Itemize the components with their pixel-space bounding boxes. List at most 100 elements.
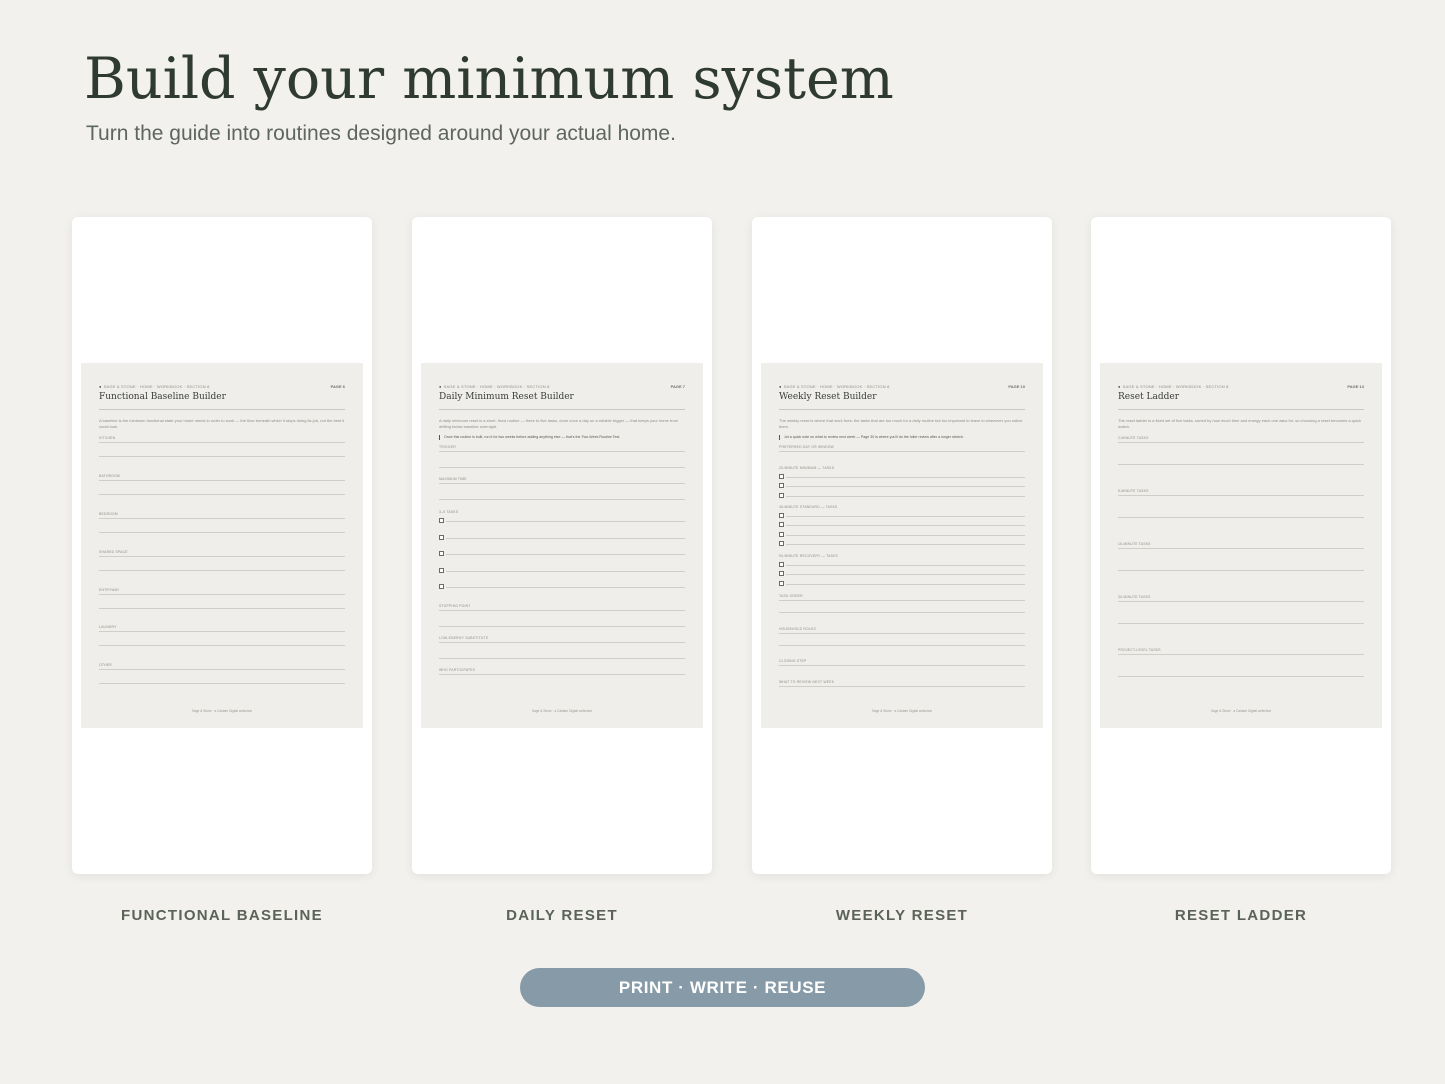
task-checkbox[interactable] bbox=[779, 581, 1025, 586]
task-checkbox[interactable] bbox=[439, 584, 685, 589]
checkbox-icon[interactable] bbox=[779, 541, 784, 546]
worksheet-note: Once this routine is built, run it for t… bbox=[439, 435, 685, 440]
field-project-level-tasks[interactable]: PROJECT-LEVEL TASKS bbox=[1118, 648, 1364, 677]
write-line bbox=[779, 600, 1025, 601]
write-line bbox=[1118, 464, 1364, 465]
write-line bbox=[439, 674, 685, 675]
checkbox-icon[interactable] bbox=[779, 483, 784, 488]
task-checkbox[interactable] bbox=[779, 541, 1025, 546]
field-bedroom[interactable]: BEDROOM bbox=[99, 512, 345, 533]
field-stopping-point[interactable]: STOPPING POINT bbox=[439, 604, 685, 627]
card-caption-functional-baseline: FUNCTIONAL BASELINE bbox=[121, 907, 323, 924]
write-line bbox=[439, 483, 685, 484]
task-checkbox[interactable] bbox=[779, 493, 1025, 498]
task-checkbox[interactable] bbox=[779, 571, 1025, 576]
write-line bbox=[1118, 517, 1364, 518]
worksheet-card-functional-baseline[interactable]: ● SAGE & STONE · HOME · WORKBOOK · SECTIO… bbox=[72, 217, 372, 874]
field-low-energy-substitute[interactable]: LOW-ENERGY SUBSTITUTE bbox=[439, 636, 685, 659]
field-5-minute-tasks[interactable]: 5-MINUTE TASKS bbox=[1118, 489, 1364, 518]
worksheet-footer: Sage & Stone · a Caldare Digital collect… bbox=[1210, 709, 1272, 713]
worksheet-footer: Sage & Stone · a Caldare Digital collect… bbox=[531, 709, 593, 713]
field-household-roles[interactable]: HOUSEHOLD ROLES bbox=[779, 627, 1025, 646]
field-review-next-week[interactable]: WHAT TO REVIEW NEXT WEEK bbox=[779, 680, 1025, 687]
field-20-minute-tasks[interactable]: 20-MINUTE MINIMUM — TASKS bbox=[779, 466, 1025, 498]
field-preferred-day[interactable]: PREFERRED DAY OR WINDOW bbox=[779, 445, 1025, 452]
field-shared-space[interactable]: SHARED SPACE bbox=[99, 550, 345, 571]
field-bathroom[interactable]: BATHROOM bbox=[99, 474, 345, 495]
task-checkbox[interactable] bbox=[779, 474, 1025, 479]
write-line bbox=[439, 642, 685, 643]
write-line bbox=[99, 480, 345, 481]
field-15-minute-tasks[interactable]: 15-MINUTE TASKS bbox=[1118, 542, 1364, 571]
checkbox-icon[interactable] bbox=[439, 568, 444, 573]
write-line bbox=[439, 467, 685, 468]
checkbox-icon[interactable] bbox=[779, 532, 784, 537]
write-line bbox=[439, 658, 685, 659]
checkbox-icon[interactable] bbox=[779, 571, 784, 576]
worksheet-preview: ● SAGE & STONE · HOME · WORKBOOK · SECTIO… bbox=[81, 363, 363, 728]
write-line bbox=[779, 665, 1025, 666]
worksheet-title: Weekly Reset Builder bbox=[779, 392, 1025, 410]
field-45-minute-tasks[interactable]: 45-MINUTE STANDARD — TASKS bbox=[779, 505, 1025, 546]
checkbox-icon[interactable] bbox=[779, 562, 784, 567]
write-line bbox=[1118, 548, 1364, 549]
write-line bbox=[439, 451, 685, 452]
field-other[interactable]: OTHER bbox=[99, 663, 345, 684]
worksheet-card-daily-reset[interactable]: ● SAGE & STONE · HOME · WORKBOOK · SECTIO… bbox=[412, 217, 712, 874]
checkbox-icon[interactable] bbox=[779, 513, 784, 518]
task-checkbox[interactable] bbox=[439, 568, 685, 573]
field-maximum-time[interactable]: MAXIMUM TIME bbox=[439, 477, 685, 500]
checkbox-icon[interactable] bbox=[439, 584, 444, 589]
write-line bbox=[99, 631, 345, 632]
task-checkbox[interactable] bbox=[779, 483, 1025, 488]
print-write-reuse-button[interactable]: PRINT · WRITE · REUSE bbox=[520, 968, 925, 1007]
breadcrumb: ● SAGE & STONE · HOME · WORKBOOK · SECTIO… bbox=[1118, 383, 1229, 389]
worksheet-intro: The weekly reset is where that work live… bbox=[779, 418, 1023, 429]
worksheet-card-weekly-reset[interactable]: ● SAGE & STONE · HOME · WORKBOOK · SECTIO… bbox=[752, 217, 1052, 874]
page-number: PAGE 10 bbox=[1008, 383, 1025, 389]
write-line bbox=[99, 518, 345, 519]
checkbox-icon[interactable] bbox=[779, 522, 784, 527]
field-closing-step[interactable]: CLOSING STEP bbox=[779, 659, 1025, 666]
field-task-order[interactable]: TASK ORDER bbox=[779, 594, 1025, 613]
worksheet-preview: ● SAGE & STONE · HOME · WORKBOOK · SECTIO… bbox=[1100, 363, 1382, 728]
worksheet-note: Jot a quick note on what to review next … bbox=[779, 435, 1025, 440]
field-who-participates[interactable]: WHO PARTICIPATES bbox=[439, 668, 685, 675]
checkbox-icon[interactable] bbox=[439, 551, 444, 556]
task-checkbox[interactable] bbox=[439, 551, 685, 556]
breadcrumb: ● SAGE & STONE · HOME · WORKBOOK · SECTIO… bbox=[99, 383, 210, 389]
page-number: PAGE 13 bbox=[1347, 383, 1364, 389]
worksheet-card-reset-ladder[interactable]: ● SAGE & STONE · HOME · WORKBOOK · SECTIO… bbox=[1091, 217, 1391, 874]
task-checkbox[interactable] bbox=[439, 535, 685, 540]
task-checkbox[interactable] bbox=[779, 513, 1025, 518]
field-laundry[interactable]: LAUNDRY bbox=[99, 625, 345, 646]
breadcrumb: ● SAGE & STONE · HOME · WORKBOOK · SECTIO… bbox=[779, 383, 890, 389]
worksheet-preview: ● SAGE & STONE · HOME · WORKBOOK · SECTIO… bbox=[421, 363, 703, 728]
write-line bbox=[99, 556, 345, 557]
checkbox-icon[interactable] bbox=[439, 518, 444, 523]
task-checkbox[interactable] bbox=[779, 532, 1025, 537]
task-checkbox[interactable] bbox=[779, 562, 1025, 567]
write-line bbox=[439, 626, 685, 627]
checkbox-icon[interactable] bbox=[439, 535, 444, 540]
field-trigger[interactable]: TRIGGER bbox=[439, 445, 685, 468]
task-checkbox[interactable] bbox=[779, 522, 1025, 527]
field-kitchen[interactable]: KITCHEN bbox=[99, 436, 345, 457]
page-number: PAGE 6 bbox=[330, 383, 345, 389]
checkbox-icon[interactable] bbox=[779, 474, 784, 479]
field-entryway[interactable]: ENTRYWAY bbox=[99, 588, 345, 609]
write-line bbox=[1118, 570, 1364, 571]
card-caption-daily-reset: DAILY RESET bbox=[506, 907, 618, 924]
write-line bbox=[99, 442, 345, 443]
checkbox-icon[interactable] bbox=[779, 581, 784, 586]
write-line bbox=[99, 532, 345, 533]
field-tasks[interactable]: 3–5 TASKS bbox=[439, 510, 685, 589]
checkbox-icon[interactable] bbox=[779, 493, 784, 498]
field-30-minute-tasks[interactable]: 30-MINUTE TASKS bbox=[1118, 595, 1364, 624]
worksheet-title: Reset Ladder bbox=[1118, 392, 1364, 410]
write-line bbox=[1118, 601, 1364, 602]
field-90-minute-tasks[interactable]: 90-MINUTE RECOVERY — TASKS bbox=[779, 554, 1025, 586]
field-2-minute-tasks[interactable]: 2-MINUTE TASKS bbox=[1118, 436, 1364, 465]
write-line bbox=[99, 683, 345, 684]
task-checkbox[interactable] bbox=[439, 518, 685, 523]
